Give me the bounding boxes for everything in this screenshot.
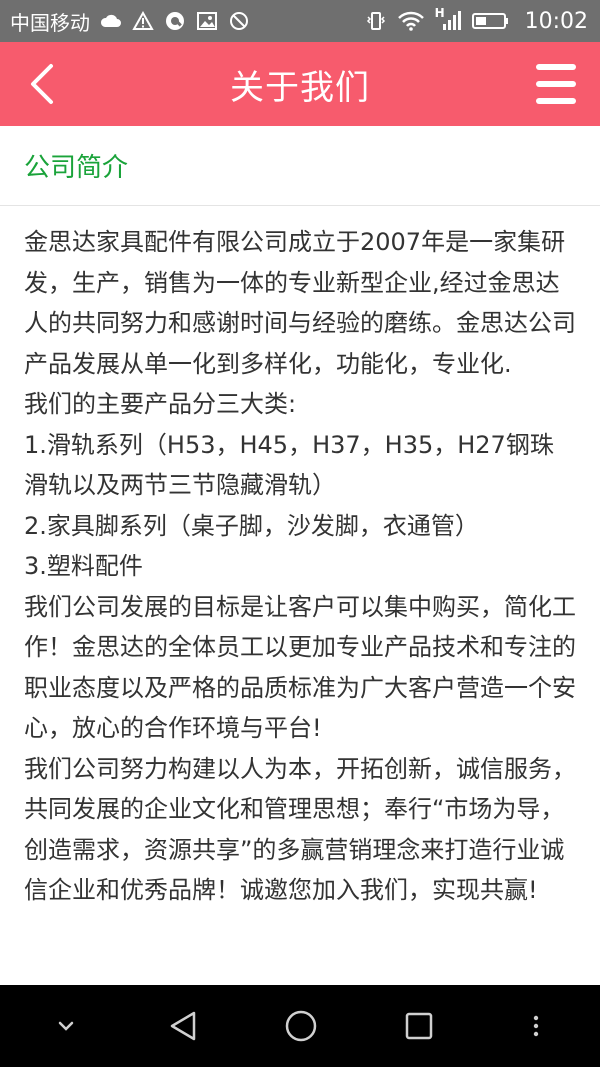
cloud-icon [100,13,122,29]
back-button[interactable] [16,58,68,110]
culture-paragraph: 我们公司努力构建以人为本，开拓创新，诚信服务，共同发展的企业文化和管理思想；奉行… [24,754,576,905]
vibrate-icon [365,10,387,32]
q-app-icon [164,10,186,32]
status-bar-left: 中国移动 [10,7,250,36]
product-item-furniture-legs: 2.家具脚系列（桌子脚，沙发脚，衣通管） [24,511,479,540]
nav-back-button[interactable] [154,996,214,1056]
intro-paragraph: 金思达家具配件有限公司成立于2007年是一家集研发，生产，销售为一体的专业新型企… [24,228,576,378]
status-bar-right: H 10:02 [365,6,588,34]
page-title: 关于我们 [230,67,370,108]
chevron-left-icon [31,64,53,104]
recents-square-icon [405,1012,432,1040]
product-item-slide-rails: 1.滑轨系列（H53，H45，H37，H35，H27钢珠滑轨以及两节三节隐藏滑轨… [24,430,554,500]
system-navigation-bar [0,985,600,1067]
home-circle-icon [285,1010,317,1042]
section-title: 公司简介 [24,153,129,183]
status-time: 10:02 [524,8,588,34]
goal-paragraph: 我们公司发展的目标是让客户可以集中购买，简化工作！金思达的全体员工以更加专业产品… [24,592,576,743]
hamburger-menu-icon [536,64,576,70]
status-bar: 中国移动 H 10:02 [0,0,600,42]
blocked-icon [228,10,250,32]
nav-recents-button[interactable] [389,996,449,1056]
network-type-label: H [434,6,445,20]
app-header: 关于我们 [0,42,600,126]
warning-icon [132,11,154,31]
company-intro-content: 金思达家具配件有限公司成立于2007年是一家集研发，生产，销售为一体的专业新型企… [0,206,600,986]
carrier-label: 中国移动 [10,10,90,35]
nav-more-button[interactable] [506,996,566,1056]
section-header: 公司简介 [0,126,600,206]
back-triangle-icon [170,1011,195,1041]
wifi-icon [397,10,425,32]
signal-icon: H [435,6,461,32]
product-item-plastic-parts: 3.塑料配件 [24,552,143,580]
image-icon [196,11,218,31]
products-heading: 我们的主要产品分三大类: [24,390,297,418]
more-dots-icon [533,1015,539,1037]
hide-nav-button[interactable] [36,996,96,1056]
chevron-down-icon [58,1021,74,1031]
battery-icon [471,10,511,32]
nav-home-button[interactable] [271,996,331,1056]
menu-button[interactable] [532,60,580,108]
